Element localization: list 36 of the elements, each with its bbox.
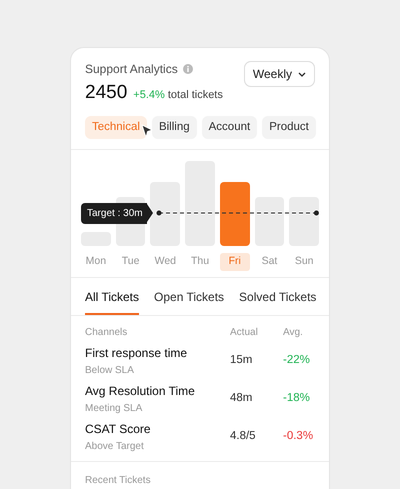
period-dropdown[interactable]: Weekly	[244, 61, 315, 87]
day-label: Mon	[86, 254, 106, 269]
info-icon	[182, 64, 193, 74]
total-count: 2450	[85, 81, 128, 105]
change-text: +5.4% total tickets	[133, 88, 223, 103]
category-chip[interactable]: Product	[262, 116, 316, 139]
metric-name: CSAT Score	[85, 420, 152, 438]
day-label: Fri	[220, 252, 250, 270]
actual-value: 15m	[230, 352, 254, 368]
chevron-down-icon	[298, 72, 306, 76]
metric-name: Avg Resolution Time	[85, 382, 196, 400]
actual-value: 48m	[230, 390, 254, 406]
metric-status: Above Target	[85, 440, 145, 454]
category-chip[interactable]: Account	[202, 116, 258, 139]
card-title: Support Analytics	[85, 61, 178, 78]
day-label: Sat	[262, 254, 278, 269]
ticket-tab[interactable]: Solved Tickets	[239, 278, 316, 314]
avg-change: -18%	[283, 390, 311, 406]
label-pointer-icon	[146, 204, 153, 222]
avg-change: -22%	[283, 352, 311, 368]
day-label: Thu	[190, 254, 210, 269]
ticket-tab[interactable]: All Tickets	[85, 278, 140, 314]
day-label: Tue	[122, 254, 140, 269]
avg-change: -0.3%	[283, 428, 314, 444]
category-chip[interactable]: Billing	[152, 116, 197, 139]
column-header: Avg.	[283, 326, 304, 340]
day-label: Sun	[294, 254, 314, 269]
section-title: Recent Tickets	[85, 474, 151, 486]
metric-name: First response time	[85, 344, 188, 362]
column-header: Actual	[230, 326, 259, 340]
actual-value: 4.8/5	[230, 428, 257, 444]
metric-status: Meeting SLA	[85, 402, 144, 416]
column-header: Channels	[85, 326, 128, 340]
ticket-tab[interactable]: Open Tickets	[154, 278, 224, 314]
day-label: Wed	[154, 254, 176, 269]
metric-status: Below SLA	[85, 364, 135, 378]
